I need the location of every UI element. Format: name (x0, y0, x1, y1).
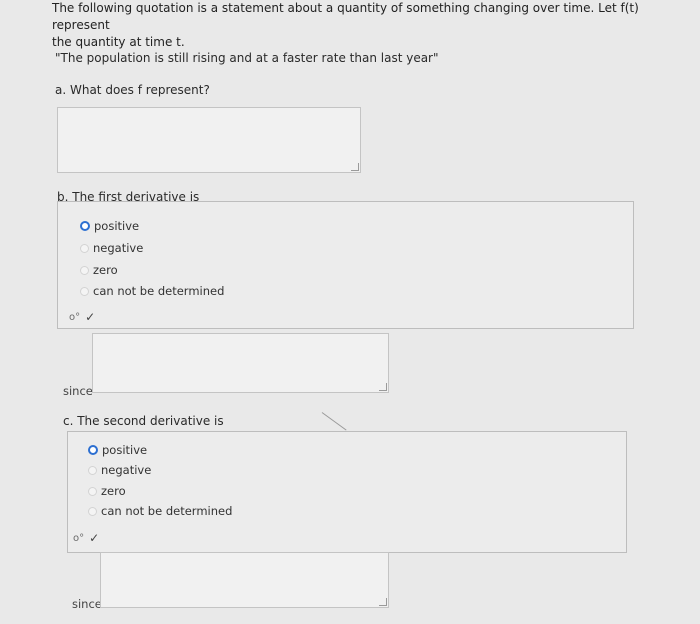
answer-a-textarea[interactable] (57, 107, 361, 173)
option-c-zero[interactable]: zero (88, 484, 126, 498)
since-b-textarea[interactable] (92, 333, 389, 393)
question-a: a. What does f represent? (55, 83, 210, 97)
intro-line-2: the quantity at time t. (52, 35, 185, 49)
radio-icon[interactable] (80, 286, 89, 296)
checkmark-icon: ✓ (89, 531, 100, 545)
option-c-undetermined[interactable]: can not be determined (88, 504, 232, 518)
radio-icon[interactable] (80, 265, 89, 275)
since-label-c: since (72, 597, 102, 611)
since-c-textarea[interactable] (100, 552, 389, 608)
radio-icon[interactable] (88, 506, 97, 516)
option-b-positive[interactable]: positive (80, 219, 139, 233)
options-box-c: positive negative zero can not be determ… (67, 431, 627, 553)
option-c-negative[interactable]: negative (88, 463, 151, 477)
radio-selected-icon[interactable] (88, 445, 98, 455)
key-icon[interactable]: o° (73, 533, 84, 544)
intro-text: The following quotation is a statement a… (52, 0, 652, 51)
since-c-wrapper (100, 552, 389, 608)
option-label: zero (93, 263, 118, 277)
radio-icon[interactable] (88, 486, 97, 496)
checkmark-icon: ✓ (85, 310, 96, 324)
quotation: "The population is still rising and at a… (55, 51, 439, 65)
option-b-zero[interactable]: zero (80, 263, 118, 277)
option-label: negative (93, 241, 144, 255)
intro-line-1: The following quotation is a statement a… (52, 1, 639, 32)
pen-mark (321, 412, 347, 431)
option-label: negative (101, 463, 152, 477)
since-b-wrapper (92, 333, 389, 393)
option-label: can not be determined (101, 504, 233, 518)
radio-selected-icon[interactable] (80, 221, 90, 231)
question-c: c. The second derivative is (63, 414, 224, 428)
radio-icon[interactable] (88, 465, 97, 475)
option-label: positive (102, 443, 148, 457)
option-c-positive[interactable]: positive (88, 443, 147, 457)
option-b-undetermined[interactable]: can not be determined (80, 284, 224, 298)
check-answer-c[interactable]: o° ✓ (73, 531, 99, 545)
answer-a-wrapper (57, 107, 361, 173)
option-b-negative[interactable]: negative (80, 241, 143, 255)
key-icon[interactable]: o° (69, 312, 80, 323)
option-label: zero (101, 484, 126, 498)
since-label-b: since (63, 384, 93, 398)
options-box-b: positive negative zero can not be determ… (57, 201, 634, 329)
option-label: can not be determined (93, 284, 225, 298)
option-label: positive (94, 219, 140, 233)
check-answer-b[interactable]: o° ✓ (69, 310, 95, 324)
radio-icon[interactable] (80, 243, 89, 253)
